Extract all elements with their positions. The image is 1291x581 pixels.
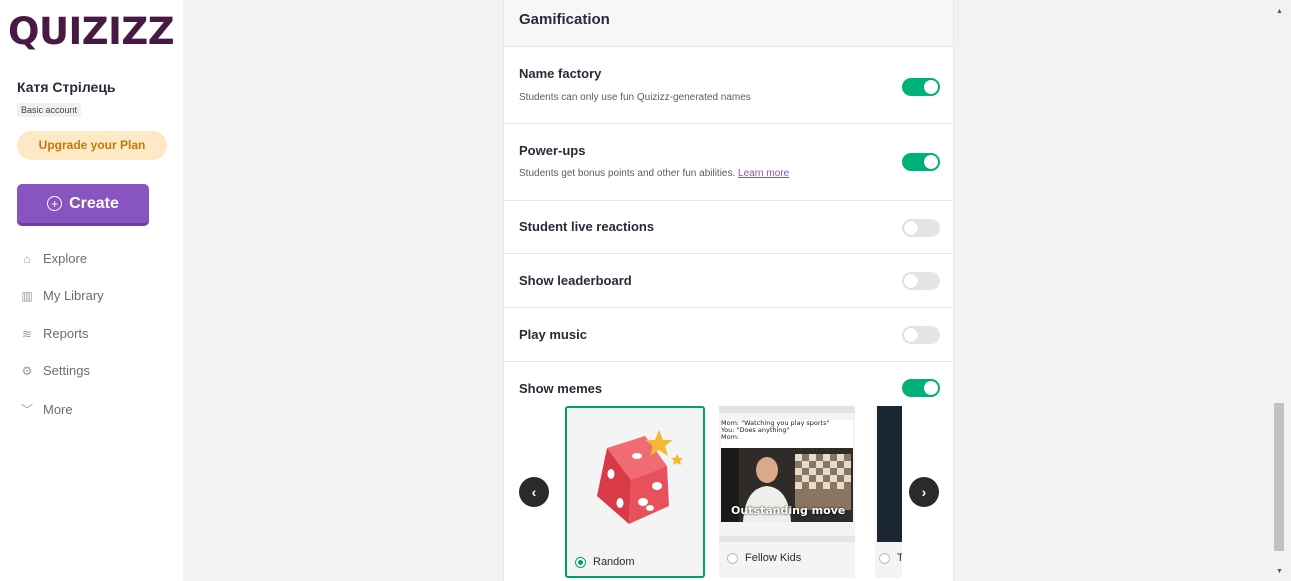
show-memes-toggle[interactable] xyxy=(902,379,940,397)
meme-label-third: T xyxy=(879,552,902,564)
sidebar: QUIZIZZ Катя Стрілець Basic account Upgr… xyxy=(0,0,183,581)
meme-name: T xyxy=(897,552,902,564)
toggle-knob xyxy=(904,328,918,342)
learn-more-link[interactable]: Learn more xyxy=(738,168,789,179)
nav-item-reports[interactable]: ≋ Reports xyxy=(20,326,89,341)
nav-label: Explore xyxy=(43,251,88,266)
carousel-next-button[interactable]: › xyxy=(909,477,939,507)
setting-description: Students can only use fun Quizizz-genera… xyxy=(519,92,751,103)
radio-unselected-icon xyxy=(879,552,890,564)
meme-caption: Mom: "Watching you play sports" You: "Do… xyxy=(721,420,853,450)
scroll-down-icon[interactable]: ▼ xyxy=(1276,568,1283,575)
setting-title: Play music xyxy=(519,327,587,342)
power-ups-toggle[interactable] xyxy=(902,153,940,171)
scrollbar-thumb[interactable] xyxy=(1274,403,1284,551)
name-factory-toggle[interactable] xyxy=(902,78,940,96)
toggle-knob xyxy=(924,381,938,395)
meme-option-fellow-kids[interactable]: Mom: "Watching you play sports" You: "Do… xyxy=(719,406,855,578)
setting-row-student-live-reactions: Student live reactions xyxy=(504,201,953,254)
reports-icon: ≋ xyxy=(21,326,33,341)
meme-option-third[interactable]: T xyxy=(875,406,902,578)
setting-title: Show memes xyxy=(519,381,603,396)
nav-item-settings[interactable]: ⚙ Settings xyxy=(20,363,90,378)
upgrade-plan-button[interactable]: Upgrade your Plan xyxy=(17,131,167,160)
carousel-prev-button[interactable]: ‹ xyxy=(519,477,549,507)
meme-top-bar xyxy=(719,406,855,413)
power-ups-desc-text: Students get bonus points and other fun … xyxy=(519,168,736,179)
nav-label: My Library xyxy=(43,288,104,303)
nav-label: More xyxy=(43,402,73,417)
show-leaderboard-toggle[interactable] xyxy=(902,272,940,290)
toggle-knob xyxy=(904,221,918,235)
plus-circle-icon: + xyxy=(47,196,63,211)
meme-label-random: Random xyxy=(575,556,635,568)
meme-name: Random xyxy=(593,556,635,568)
setting-description: Students get bonus points and other fun … xyxy=(519,168,789,179)
setting-row-power-ups: Power-ups Students get bonus points and … xyxy=(504,124,953,201)
play-music-toggle[interactable] xyxy=(902,326,940,344)
user-name: Катя Стрілець xyxy=(17,79,116,95)
nav-item-more[interactable]: ﹀ More xyxy=(20,401,73,418)
scroll-up-icon[interactable]: ▲ xyxy=(1276,8,1283,15)
meme-option-random[interactable]: Random xyxy=(565,406,705,578)
toggle-knob xyxy=(924,155,938,169)
gamification-settings-panel: Gamification Name factory Students can o… xyxy=(503,0,954,581)
section-header: Gamification xyxy=(504,0,953,47)
meme-label-fellow-kids: Fellow Kids xyxy=(727,552,801,564)
setting-title: Name factory xyxy=(519,66,602,81)
nav-label: Reports xyxy=(43,326,89,341)
chevron-down-icon: ﹀ xyxy=(20,403,33,417)
setting-row-play-music: Play music xyxy=(504,308,953,362)
setting-title: Power-ups xyxy=(519,143,586,158)
student-live-reactions-toggle[interactable] xyxy=(902,219,940,237)
meme-photo: Outstanding move xyxy=(721,448,853,522)
setting-row-show-leaderboard: Show leaderboard xyxy=(504,254,953,308)
meme-name: Fellow Kids xyxy=(745,552,802,564)
dice-icon xyxy=(567,408,703,544)
section-title: Gamification xyxy=(519,11,610,28)
meme-thumbnail xyxy=(877,406,902,542)
quizizz-logo[interactable]: QUIZIZZ xyxy=(8,10,175,53)
radio-selected-icon xyxy=(575,556,586,568)
create-label: Create xyxy=(69,194,119,212)
setting-row-name-factory: Name factory Students can only use fun Q… xyxy=(504,47,953,124)
library-icon: ▥ xyxy=(21,288,33,303)
create-button[interactable]: + Create xyxy=(17,184,149,223)
explore-icon: ⌂ xyxy=(23,251,31,266)
toggle-knob xyxy=(904,274,918,288)
toggle-knob xyxy=(924,80,938,94)
setting-title: Show leaderboard xyxy=(519,273,632,288)
nav-item-explore[interactable]: ⌂ Explore xyxy=(20,251,87,266)
nav-item-my-library[interactable]: ▥ My Library xyxy=(20,288,104,303)
account-type-badge: Basic account xyxy=(17,103,82,117)
meme-bottom-bar xyxy=(719,536,855,542)
setting-title: Student live reactions xyxy=(519,219,655,234)
radio-unselected-icon xyxy=(727,552,738,564)
nav-label: Settings xyxy=(43,363,90,378)
settings-icon: ⚙ xyxy=(21,363,33,378)
meme-overlay-text: Outstanding move xyxy=(731,504,846,517)
